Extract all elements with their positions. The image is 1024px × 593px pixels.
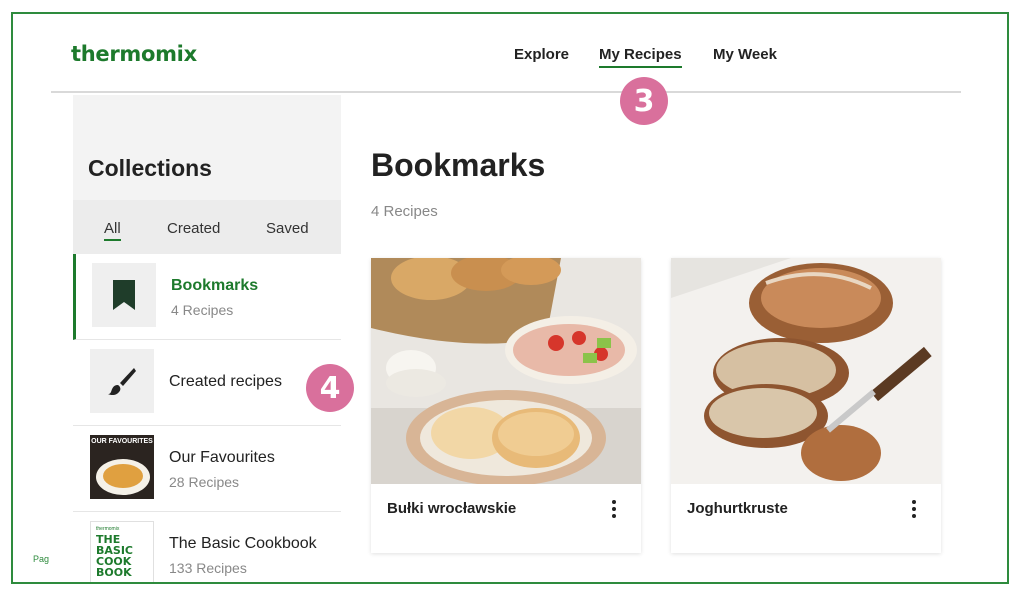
page-title: Bookmarks [371, 147, 546, 183]
basic-cookbook-thumbnail: thermomix THE BASIC COOK BOOK [90, 521, 154, 582]
favourites-thumbnail: OUR FAVOURITES [90, 435, 154, 499]
step-badge-3: 3 [620, 77, 668, 125]
top-nav: Explore My Recipes My Week [13, 46, 1007, 70]
collection-created-recipes[interactable]: Created recipes [73, 340, 341, 426]
collection-name: Created recipes [169, 373, 282, 390]
brush-icon [90, 349, 154, 413]
collection-count: 4 Recipes [171, 302, 234, 318]
page-label: Pag [33, 554, 50, 564]
sidebar-header: Collections [73, 95, 341, 200]
recipe-name: Joghurtkruste [687, 500, 788, 517]
favourites-thumb-text: OUR FAVOURITES [91, 438, 153, 445]
bookmark-icon [92, 263, 156, 327]
step-badge-4: 4 [306, 364, 354, 412]
tab-created[interactable]: Created [167, 220, 220, 237]
collection-our-favourites[interactable]: OUR FAVOURITES Our Favourites 28 Recipes [73, 426, 341, 512]
cookbook-thumb-text: THE BASIC COOK BOOK [96, 533, 133, 579]
recipe-card[interactable]: Joghurtkruste [671, 258, 941, 553]
more-options-icon[interactable] [605, 498, 623, 520]
more-options-icon[interactable] [905, 498, 923, 520]
collection-name: Our Favourites [169, 449, 275, 466]
nav-explore[interactable]: Explore [514, 46, 569, 63]
collection-basic-cookbook[interactable]: thermomix THE BASIC COOK BOOK The Basic … [73, 512, 341, 582]
collections-sidebar: Collections All Created Saved Bookmarks … [73, 95, 341, 582]
tab-saved[interactable]: Saved [266, 220, 309, 237]
cookbook-thumb-brand: thermomix [96, 526, 120, 532]
collection-name: Bookmarks [171, 277, 259, 294]
collection-count: 28 Recipes [169, 474, 240, 490]
sourdough-loaf-photo [671, 258, 941, 484]
app-frame: thermomix Explore My Recipes My Week Col… [11, 12, 1009, 584]
collection-bookmarks[interactable]: Bookmarks 4 Recipes [73, 254, 341, 340]
bread-rolls-photo [371, 258, 641, 484]
nav-my-recipes[interactable]: My Recipes [599, 46, 682, 68]
collection-count: 133 Recipes [169, 560, 247, 576]
collection-name: The Basic Cookbook [169, 535, 317, 552]
recipe-name: Bułki wrocławskie [387, 500, 517, 517]
nav-my-week[interactable]: My Week [713, 46, 777, 63]
collections-title: Collections [88, 155, 212, 181]
header-divider [51, 91, 961, 93]
tab-all[interactable]: All [104, 220, 121, 241]
recipe-card[interactable]: Bułki wrocławskie [371, 258, 641, 553]
filter-tabs: All Created Saved [73, 200, 341, 254]
recipe-count: 4 Recipes [371, 203, 438, 220]
